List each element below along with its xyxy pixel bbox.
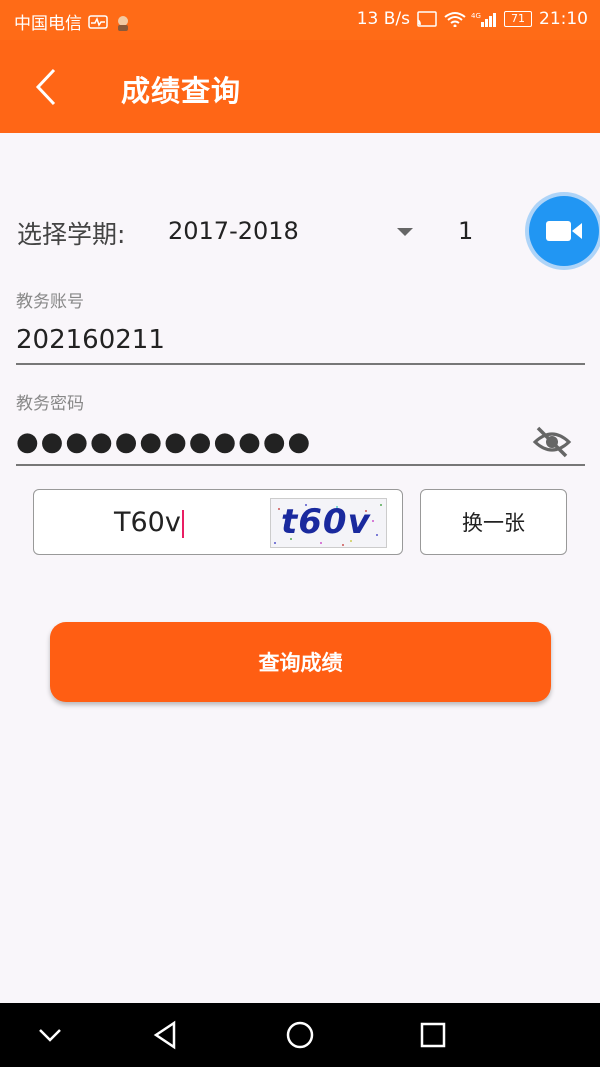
cast-icon xyxy=(417,11,437,27)
circle-home-icon xyxy=(286,1021,314,1049)
clock: 21:10 xyxy=(539,9,588,29)
captcha-image-text: t60v xyxy=(281,502,371,542)
wifi-icon xyxy=(444,11,466,28)
password-underline xyxy=(16,464,585,466)
svg-text:4G: 4G xyxy=(471,12,481,20)
semester-label: 选择学期: xyxy=(17,220,126,249)
network-speed: 13 B/s xyxy=(356,9,410,29)
activity-icon xyxy=(88,14,108,30)
toggle-password-visibility[interactable] xyxy=(532,424,572,460)
status-bar: 中国电信 13 B/s 4G 71 21:10 xyxy=(0,0,600,40)
battery-level: 71 xyxy=(504,11,532,27)
captcha-image[interactable]: t60v xyxy=(270,498,387,548)
captcha-input[interactable]: T60v xyxy=(114,507,184,538)
account-underline xyxy=(16,363,585,365)
video-button[interactable] xyxy=(529,196,599,266)
signal-icon: 4G xyxy=(471,11,497,27)
nav-hide-button[interactable] xyxy=(32,1017,68,1053)
eye-off-icon xyxy=(532,426,572,458)
square-recents-icon xyxy=(420,1022,446,1048)
dropdown-arrow-icon[interactable] xyxy=(397,228,413,236)
navigation-bar xyxy=(0,1003,600,1067)
nav-home-button[interactable] xyxy=(282,1017,318,1053)
nav-back-button[interactable] xyxy=(148,1017,184,1053)
semester-term-select[interactable]: 1 xyxy=(458,217,473,245)
account-input[interactable]: 202160211 xyxy=(16,325,165,355)
captcha-input-text: T60v xyxy=(114,507,181,538)
carrier-text: 中国电信 xyxy=(14,14,82,34)
back-arrow-icon xyxy=(35,68,56,106)
video-camera-icon xyxy=(546,221,582,241)
password-label: 教务密码 xyxy=(16,394,84,414)
password-input[interactable]: ●●●●●●●●●●●● xyxy=(16,427,312,457)
page-title: 成绩查询 xyxy=(121,74,242,108)
captcha-box[interactable]: T60v t60v xyxy=(33,489,403,555)
back-button[interactable] xyxy=(28,64,72,110)
triangle-back-icon xyxy=(153,1020,176,1050)
app-notification-icon xyxy=(114,14,134,31)
semester-year-select[interactable]: 2017-2018 xyxy=(168,217,299,245)
refresh-captcha-button[interactable]: 换一张 xyxy=(420,489,567,555)
chevron-down-icon xyxy=(39,1029,61,1042)
text-cursor xyxy=(181,509,184,538)
query-scores-button[interactable]: 查询成绩 xyxy=(50,622,551,702)
app-bar: 成绩查询 xyxy=(0,40,600,133)
nav-recents-button[interactable] xyxy=(415,1017,451,1053)
account-label: 教务账号 xyxy=(16,292,84,312)
